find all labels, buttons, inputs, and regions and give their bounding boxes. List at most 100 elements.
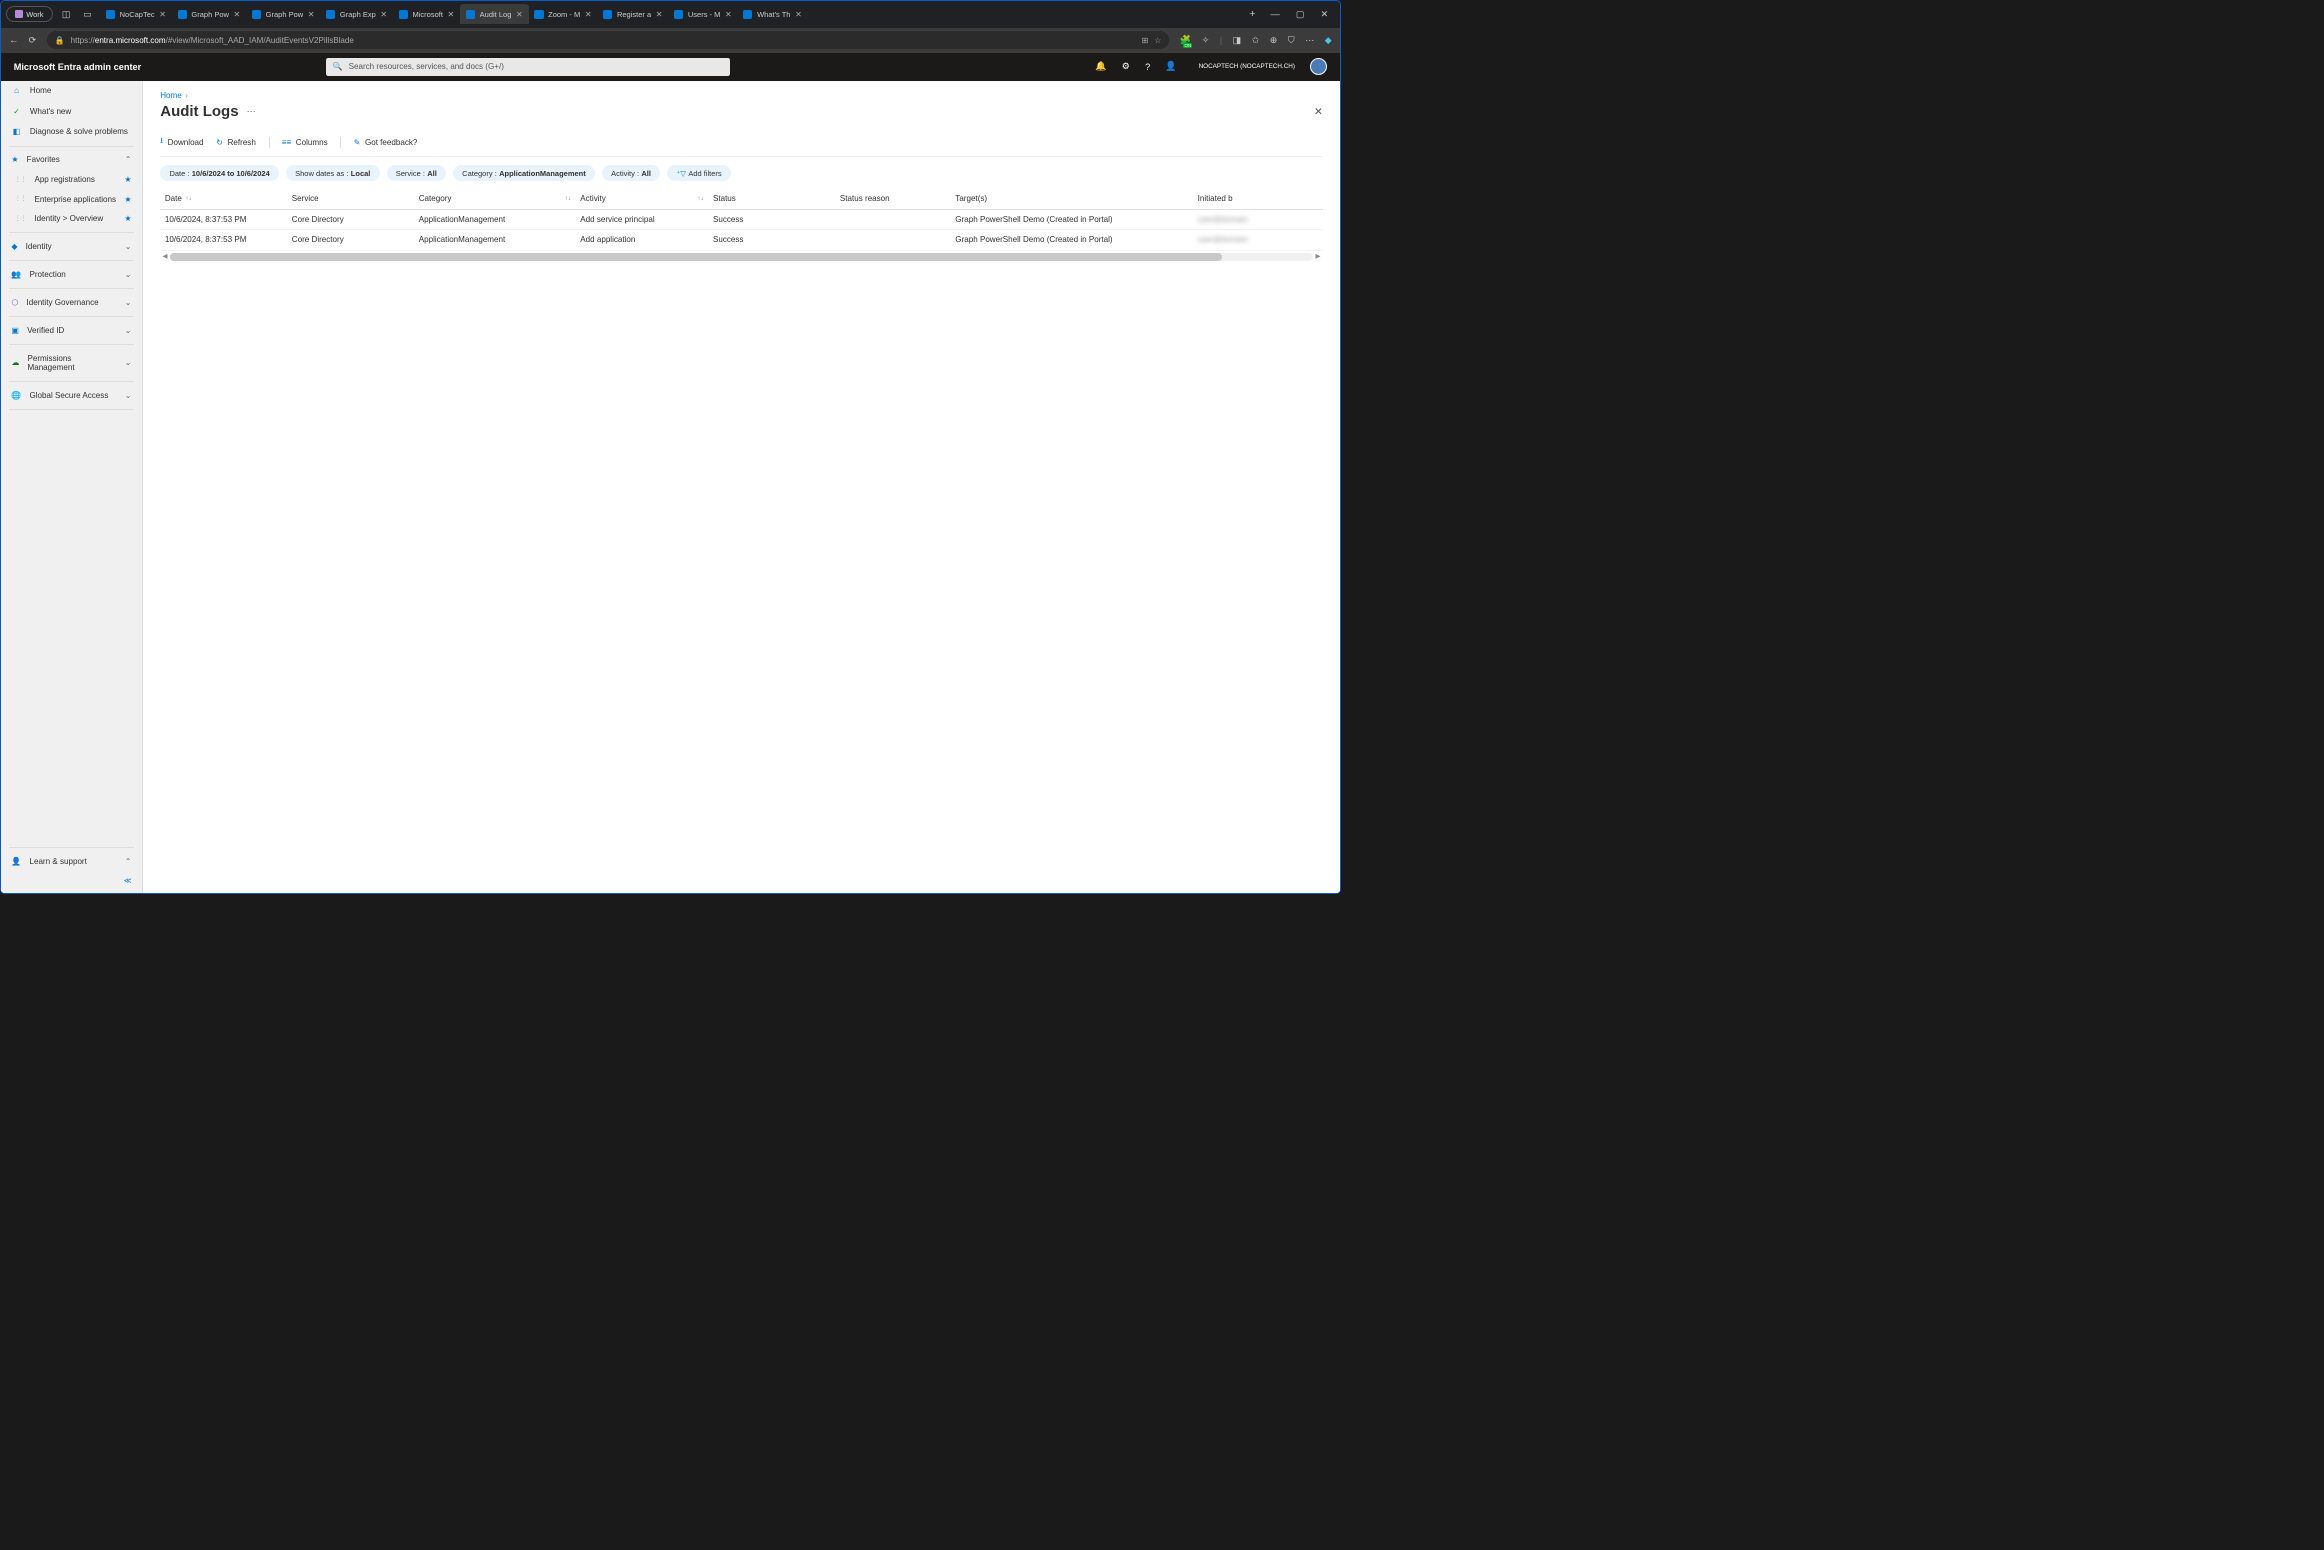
- more-actions-icon[interactable]: ⋯: [247, 106, 256, 117]
- scroll-thumb[interactable]: [170, 253, 1222, 261]
- feedback-icon[interactable]: 👤: [1165, 61, 1176, 72]
- copilot-icon[interactable]: ◆: [1325, 35, 1332, 46]
- col-category[interactable]: Category↑↓: [414, 188, 576, 209]
- star-icon[interactable]: ★: [124, 214, 131, 223]
- col-status[interactable]: Status: [708, 188, 835, 209]
- tab-close-icon[interactable]: ✕: [159, 10, 166, 19]
- workspaces-icon[interactable]: ◫: [62, 9, 71, 20]
- browser-tab[interactable]: Audit Log✕: [460, 4, 528, 24]
- browser-tab[interactable]: Zoom - M✕: [529, 4, 598, 24]
- col-date[interactable]: Date↑↓: [160, 188, 287, 209]
- sidebar-favorite-item[interactable]: ⋮⋮App registrations★: [1, 170, 142, 189]
- browser-actions: 🧩ON ✧ | ◨ ✩ ⊕ ⛉ ⋯ ◆: [1180, 35, 1332, 46]
- sidebar-section[interactable]: ▣Verified ID⌄: [1, 320, 142, 341]
- feedback-button[interactable]: ✎Got feedback?: [354, 138, 418, 147]
- table-row[interactable]: 10/6/2024, 8:37:53 PMCore DirectoryAppli…: [160, 210, 1322, 230]
- browser-tab[interactable]: Graph Exp✕: [320, 4, 393, 24]
- more-icon[interactable]: ⋯: [1305, 35, 1314, 46]
- new-tab-button[interactable]: +: [1241, 9, 1263, 20]
- add-filter-button[interactable]: ⁺▽Add filters: [667, 165, 731, 181]
- browser-tab[interactable]: Graph Pow✕: [172, 4, 246, 24]
- nav-home[interactable]: ⌂Home: [1, 81, 142, 102]
- download-button[interactable]: ⭳Download: [160, 135, 203, 149]
- global-search[interactable]: 🔍 Search resources, services, and docs (…: [326, 58, 730, 76]
- refresh-button[interactable]: ↻Refresh: [216, 138, 256, 147]
- sidebar-section[interactable]: ☁Permissions Management⌄: [1, 348, 142, 378]
- scroll-left-icon[interactable]: ◀: [160, 253, 169, 260]
- help-icon[interactable]: ?: [1145, 62, 1150, 72]
- sidebar-section[interactable]: 👥Protection⌄: [1, 264, 142, 285]
- profile-badge[interactable]: Work: [6, 6, 53, 22]
- browser-tab[interactable]: NoCapTec✕: [100, 4, 172, 24]
- col-initiated-by[interactable]: Initiated b: [1193, 188, 1323, 209]
- tab-title: Users - M: [688, 10, 721, 19]
- tab-close-icon[interactable]: ✕: [234, 10, 241, 19]
- browser-tab[interactable]: Users - M ✕: [668, 4, 737, 24]
- back-button[interactable]: ←: [9, 35, 18, 45]
- collections-icon[interactable]: ⊕: [1270, 35, 1278, 46]
- minimize-icon[interactable]: —: [1270, 9, 1279, 20]
- scroll-right-icon[interactable]: ▶: [1313, 253, 1322, 260]
- tab-close-icon[interactable]: ✕: [516, 10, 523, 19]
- filter-service[interactable]: Service : All: [387, 165, 447, 181]
- user-avatar[interactable]: [1310, 58, 1327, 75]
- filter-category[interactable]: Category : ApplicationManagement: [453, 165, 595, 181]
- sidebar-section[interactable]: ⬡Identity Governance⌄: [1, 292, 142, 313]
- table-row[interactable]: 10/6/2024, 8:37:53 PMCore DirectoryAppli…: [160, 230, 1322, 250]
- col-targets[interactable]: Target(s): [951, 188, 1193, 209]
- col-status-reason[interactable]: Status reason: [835, 188, 950, 209]
- tab-overview-icon[interactable]: ▭: [83, 9, 92, 20]
- nav-favorites[interactable]: ★Favorites⌃: [1, 150, 142, 171]
- browser-tab[interactable]: Register a✕: [597, 4, 668, 24]
- sidebar-favorite-item[interactable]: ⋮⋮Enterprise applications★: [1, 190, 142, 209]
- tab-close-icon[interactable]: ✕: [585, 10, 592, 19]
- horizontal-scrollbar[interactable]: ◀ ▶: [160, 253, 1322, 261]
- star-icon[interactable]: ★: [124, 175, 131, 184]
- close-window-icon[interactable]: ✕: [1321, 9, 1329, 20]
- sidebar-section[interactable]: 🌐Global Secure Access⌄: [1, 385, 142, 406]
- app-mode-icon[interactable]: ⊞: [1142, 36, 1149, 45]
- nav-diagnose[interactable]: ◧Diagnose & solve problems: [1, 122, 142, 143]
- filter-showdates[interactable]: Show dates as : Local: [286, 165, 380, 181]
- btn-label: Download: [168, 138, 204, 147]
- browser-tab[interactable]: Graph Pow✕: [246, 4, 320, 24]
- tab-close-icon[interactable]: ✕: [795, 10, 802, 19]
- tab-close-icon[interactable]: ✕: [656, 10, 663, 19]
- favorites-bar-icon[interactable]: ✩: [1252, 35, 1260, 46]
- tab-close-icon[interactable]: ✕: [448, 10, 455, 19]
- collapse-sidebar-button[interactable]: ≪: [1, 872, 142, 894]
- refresh-button[interactable]: ⟳: [29, 35, 37, 46]
- browser-tab[interactable]: Microsoft✕: [393, 4, 460, 24]
- nav-learn[interactable]: 👤Learn & support⌃: [1, 851, 142, 872]
- address-bar[interactable]: 🔒 https://entra.microsoft.com/#view/Micr…: [47, 31, 1170, 49]
- nav-label: Diagnose & solve problems: [30, 127, 128, 136]
- nav-whatsnew[interactable]: ✓What's new: [1, 101, 142, 122]
- site-info-icon[interactable]: 🔒: [55, 36, 65, 45]
- maximize-icon[interactable]: ▢: [1296, 9, 1305, 20]
- star-icon[interactable]: ★: [124, 195, 131, 204]
- scroll-track[interactable]: [170, 253, 1313, 261]
- shield-icon[interactable]: ⛉: [1288, 35, 1295, 46]
- notifications-icon[interactable]: 🔔: [1095, 61, 1106, 72]
- close-blade-button[interactable]: ✕: [1314, 106, 1323, 118]
- filter-activity[interactable]: Activity : All: [602, 165, 660, 181]
- split-screen-icon[interactable]: ◨: [1233, 35, 1242, 46]
- breadcrumb-home[interactable]: Home: [160, 91, 182, 100]
- columns-button[interactable]: ≡≡Columns: [282, 138, 328, 147]
- tab-close-icon[interactable]: ✕: [308, 10, 315, 19]
- extension-icon[interactable]: 🧩ON: [1180, 35, 1191, 46]
- tab-close-icon[interactable]: ✕: [725, 10, 732, 19]
- sidebar-section[interactable]: ◆Identity⌄: [1, 236, 142, 257]
- section-icon: 🌐: [11, 391, 21, 400]
- tab-close-icon[interactable]: ✕: [380, 10, 387, 19]
- cell-initiated-by: user@domain: [1193, 230, 1323, 249]
- extensions-menu-icon[interactable]: ✧: [1202, 35, 1210, 46]
- product-name: Microsoft Entra admin center: [14, 62, 142, 72]
- col-service[interactable]: Service: [287, 188, 414, 209]
- col-activity[interactable]: Activity↑↓: [576, 188, 709, 209]
- favorite-icon[interactable]: ☆: [1154, 36, 1161, 45]
- sidebar-favorite-item[interactable]: ⋮⋮Identity > Overview★: [1, 209, 142, 228]
- browser-tab[interactable]: What's Th✕: [738, 4, 808, 24]
- settings-icon[interactable]: ⚙: [1122, 61, 1130, 72]
- filter-date[interactable]: Date : 10/6/2024 to 10/6/2024: [160, 165, 279, 181]
